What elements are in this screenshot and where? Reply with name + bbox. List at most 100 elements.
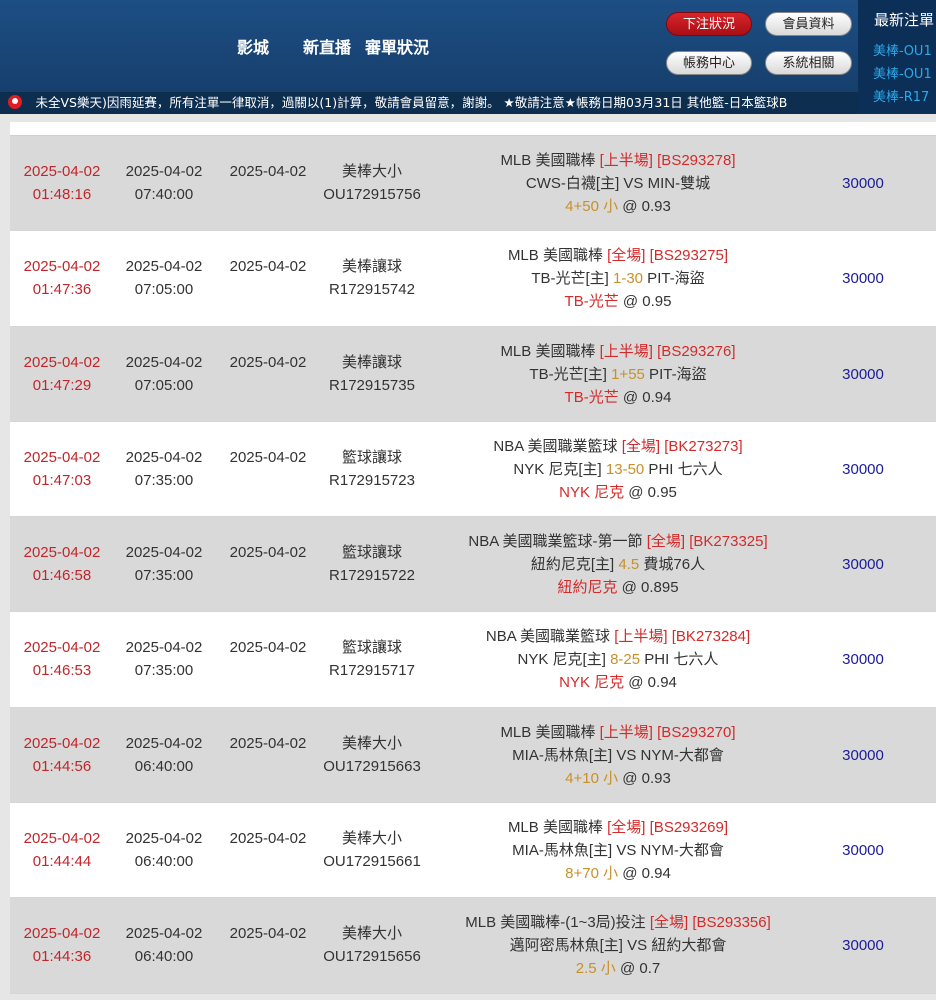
game-time: 06:40:00 xyxy=(134,948,194,966)
nav-item-live[interactable]: 新直播 xyxy=(303,34,351,58)
bet-date: 2025-04-02 xyxy=(23,830,101,848)
member-info-button[interactable]: 會員資料 xyxy=(765,12,852,36)
league-line: NBA 美國職業籃球-第一節 [全場] [BK273325] xyxy=(440,530,796,553)
bet-type: 美棒讓球 xyxy=(341,353,402,371)
latest-order-item[interactable]: 美棒-OU1 xyxy=(858,63,936,86)
game-time-cell: 2025-04-02 06:40:00 xyxy=(114,732,214,778)
account-date-cell: 2025-04-02 xyxy=(218,160,318,183)
game-time: 06:40:00 xyxy=(134,853,194,871)
game-code: [BS293270] xyxy=(657,723,736,741)
home-team: MIA-馬林魚[主] xyxy=(512,746,617,764)
game-code: [BS293276] xyxy=(657,342,736,360)
period-label: [全場] xyxy=(646,533,686,551)
match-line: 邁阿密馬林魚[主] VS 紐約大都會 xyxy=(440,934,796,957)
match-line: MIA-馬林魚[主] VS NYM-大都會 xyxy=(440,744,796,767)
handicap-line: 4.5 xyxy=(618,556,640,574)
league-line: MLB 美國職棒 [全場] [BS293275] xyxy=(440,244,796,267)
away-team: VS NYM-大都會 xyxy=(616,746,724,764)
bet-type-cell: 美棒讓球 R172915735 xyxy=(322,351,422,397)
order-id[interactable]: OU172915756 xyxy=(322,183,422,206)
bet-type-cell: 籃球讓球 R172915717 xyxy=(322,636,422,682)
period-label: [全場] xyxy=(649,914,689,932)
account-date: 2025-04-02 xyxy=(229,544,307,562)
latest-order-item[interactable]: 美棒-R17 xyxy=(858,86,936,109)
pick-line: 8+70 小 @ 0.94 xyxy=(440,862,796,885)
account-date: 2025-04-02 xyxy=(229,830,307,848)
account-date-cell: 2025-04-02 xyxy=(218,351,318,374)
period-label: [全場] xyxy=(607,247,646,265)
bet-status-button[interactable]: 下注狀況 xyxy=(666,12,752,36)
bet-time-cell: 2025-04-02 01:44:36 xyxy=(10,922,114,968)
away-team: VS 紐約大都會 xyxy=(627,937,727,955)
pick-line: 4+50 小 @ 0.93 xyxy=(440,195,796,218)
pick-odds: @ 0.7 xyxy=(615,960,661,978)
away-team: VS MIN-雙城 xyxy=(623,175,711,192)
nav-item-review-status[interactable]: 審單狀況 xyxy=(365,34,429,58)
bet-date: 2025-04-02 xyxy=(23,734,101,752)
pick-odds: @ 0.94 xyxy=(618,865,671,883)
match-line: TB-光芒[主] 1+55 PIT-海盜 xyxy=(440,363,796,386)
bet-time-cell: 2025-04-02 01:47:29 xyxy=(10,351,114,397)
order-id[interactable]: R172915723 xyxy=(322,469,422,492)
bet-date: 2025-04-02 xyxy=(23,353,101,371)
bet-detail-cell: NBA 美國職業籃球 [上半場] [BK273284] NYK 尼克[主] 8-2… xyxy=(440,625,796,694)
bet-date: 2025-04-02 xyxy=(23,544,101,562)
bet-date: 2025-04-02 xyxy=(23,258,101,276)
pick-line: TB-光芒 @ 0.94 xyxy=(440,386,796,409)
latest-order-item[interactable]: 美棒-OU1 xyxy=(858,40,936,63)
away-team: PIT-海盜 xyxy=(643,270,705,288)
pick-line: TB-光芒 @ 0.95 xyxy=(440,290,796,313)
account-date: 2025-04-02 xyxy=(229,734,307,752)
table-row: 2025-04-02 01:46:53 2025-04-02 07:35:00 2025… xyxy=(10,612,936,708)
league-name: MLB 美國職棒 xyxy=(507,819,608,837)
table-row: 2025-04-02 01:47:36 2025-04-02 07:05:00 2025… xyxy=(10,231,936,327)
announcement-text: ㅤ未全VS樂天)因雨延賽，所有注單一律取消，過關以(1)計算，敬請會員留意，謝謝… xyxy=(24,95,788,110)
latest-orders-title: 最新注單 xyxy=(874,11,935,29)
bet-detail-cell: MLB 美國職棒 [全場] [BS293275] TB-光芒[主] 1-30 PI… xyxy=(440,244,796,313)
game-time-cell: 2025-04-02 07:35:00 xyxy=(114,541,214,587)
bet-amount: 30000 xyxy=(842,937,884,955)
handicap-line: 1-30 xyxy=(612,270,644,288)
game-time-cell: 2025-04-02 07:05:00 xyxy=(114,255,214,301)
order-id[interactable]: R172915742 xyxy=(322,278,422,301)
bet-type-cell: 美棒大小 OU172915661 xyxy=(322,827,422,873)
order-id[interactable]: OU172915656 xyxy=(322,945,422,968)
bet-amount: 30000 xyxy=(842,365,884,383)
account-center-button[interactable]: 帳務中心 xyxy=(666,51,752,75)
pick-odds: @ 0.95 xyxy=(618,293,672,311)
bet-date: 2025-04-02 xyxy=(23,925,101,943)
league-line: MLB 美國職棒-(1~3局)投注 [全場] [BS293356] xyxy=(440,911,796,934)
pick-selection: TB-光芒 xyxy=(564,388,619,406)
pick-odds: @ 0.95 xyxy=(624,483,677,501)
bet-detail-cell: MLB 美國職棒 [上半場] [BS293270] MIA-馬林魚[主] VS N… xyxy=(440,721,796,790)
bet-type: 籃球讓球 xyxy=(341,544,402,562)
bet-type: 美棒讓球 xyxy=(341,258,402,276)
order-id[interactable]: OU172915661 xyxy=(322,850,422,873)
bet-time: 01:48:16 xyxy=(32,186,92,203)
bet-amount: 30000 xyxy=(842,460,884,478)
system-button[interactable]: 系統相關 xyxy=(765,51,852,75)
bet-amount: 30000 xyxy=(842,746,884,764)
table-row: 2025-04-02 01:44:56 2025-04-02 06:40:00 2025… xyxy=(10,707,936,804)
away-team: VS NYM-大都會 xyxy=(616,842,724,860)
game-date: 2025-04-02 xyxy=(125,448,203,466)
account-date-cell: 2025-04-02 xyxy=(218,827,318,850)
game-code: [BS293278] xyxy=(657,152,736,169)
bet-type: 籃球讓球 xyxy=(341,448,402,466)
game-code: [BS293356] xyxy=(692,914,771,932)
match-line: NYK 尼克[主] 8-25 PHI 七六人 xyxy=(440,648,796,671)
pick-odds: @ 0.94 xyxy=(624,674,677,692)
pick-selection: NYK 尼克 xyxy=(559,483,625,501)
bet-time: 01:47:29 xyxy=(32,376,92,394)
order-id[interactable]: OU172915663 xyxy=(322,755,422,778)
bet-type: 美棒大小 xyxy=(341,734,402,752)
match-line: TB-光芒[主] 1-30 PIT-海盜 xyxy=(440,267,796,290)
order-id[interactable]: R172915717 xyxy=(322,659,422,682)
table-top-strip xyxy=(10,122,936,136)
nav-item-cinema[interactable]: 影城 xyxy=(237,34,269,58)
bet-time: 01:47:03 xyxy=(32,471,92,489)
game-time: 07:05:00 xyxy=(134,281,194,299)
order-id[interactable]: R172915722 xyxy=(322,564,422,587)
order-id[interactable]: R172915735 xyxy=(322,374,422,397)
period-label: [上半場] xyxy=(599,723,653,741)
